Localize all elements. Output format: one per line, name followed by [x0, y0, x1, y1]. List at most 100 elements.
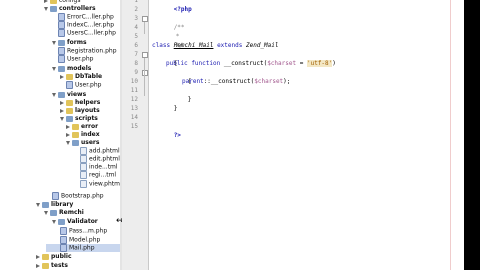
expanded-toggle-icon[interactable] [36, 202, 40, 207]
collapsed-toggle-icon[interactable] [66, 132, 70, 137]
editor-gutter: 1 2 3 4 5 6 7 8 9 10 11 12 13 14 15 [122, 0, 148, 270]
folder-icon [50, 5, 57, 12]
php-file-icon [58, 13, 65, 21]
tree-item-label: index [81, 131, 100, 138]
charset-arg[interactable]: $charset [254, 78, 283, 85]
charset-param[interactable]: $charset [267, 60, 296, 67]
tree-item-29[interactable]: Mail.php [46, 244, 120, 252]
tree-item-label: User.php [67, 55, 94, 63]
parent-class-name[interactable]: Zend_Mail [246, 42, 279, 49]
tree-item-23[interactable]: Bootstrap.php [42, 192, 104, 200]
tree-item-7[interactable]: User.php [48, 55, 93, 63]
code-line-5: */ [154, 32, 183, 49]
expanded-toggle-icon[interactable] [52, 40, 56, 45]
code-line-10: parent::__construct($charset); [182, 77, 290, 86]
tree-item-label: Validator [67, 218, 98, 225]
tree-item-25[interactable]: Remchi [34, 209, 84, 217]
tree-item-22[interactable]: view.phtml [70, 180, 120, 188]
tree-item-16[interactable]: index [56, 131, 100, 139]
call-end: ); [283, 78, 291, 85]
tree-item-15[interactable]: error [56, 123, 98, 131]
tree-item-31[interactable]: tests [26, 262, 68, 270]
parent-constructor-call[interactable]: ::__construct( [204, 78, 255, 85]
tree-item-1[interactable]: controllers [34, 5, 96, 13]
tree-item-28[interactable]: Model.php [50, 236, 100, 244]
code-line-1: <?php [152, 0, 192, 13]
folder-icon [58, 65, 65, 72]
expanded-toggle-icon[interactable] [52, 219, 56, 224]
php-file-icon [60, 236, 67, 244]
folder-icon [58, 218, 65, 225]
expanded-toggle-icon[interactable] [52, 66, 56, 71]
tree-item-14[interactable]: scripts [50, 115, 98, 123]
tree-item-label: DbTable [75, 73, 103, 80]
collapsed-toggle-icon[interactable] [36, 254, 40, 259]
collapsed-toggle-icon[interactable] [60, 100, 64, 105]
expanded-toggle-icon[interactable] [52, 92, 56, 97]
tree-item-21[interactable]: regi...tml [70, 171, 116, 179]
tree-item-label: view.phtml [89, 180, 120, 188]
extends-keyword: extends [217, 42, 243, 49]
line-number: 8 [134, 60, 138, 67]
code-line-15: ?> [152, 122, 181, 139]
collapsed-toggle-icon[interactable] [60, 74, 64, 79]
tree-item-label: UsersC...ller.php [67, 29, 116, 37]
tree-item-label: Mail.php [69, 244, 95, 252]
tree-item-17[interactable]: users [56, 139, 99, 147]
class-keyword: class [152, 42, 171, 49]
tree-item-20[interactable]: inde...tml [70, 163, 118, 171]
tree-item-8[interactable]: models [42, 65, 91, 73]
expanded-toggle-icon[interactable] [44, 210, 48, 215]
php-open-tag: <?php [173, 6, 192, 13]
php-file-icon [58, 29, 65, 37]
collapsed-toggle-icon[interactable] [66, 124, 70, 129]
collapsed-toggle-icon[interactable] [44, 0, 48, 3]
tree-item-label: layouts [75, 107, 100, 114]
tree-item-18[interactable]: add.phtml [70, 147, 120, 155]
code-line-9: { [166, 68, 192, 85]
tree-item-label: Remchi [59, 209, 84, 216]
class-close-brace: } [173, 105, 178, 112]
code-line-4: * [154, 23, 180, 40]
expanded-toggle-icon[interactable] [66, 140, 70, 145]
tree-item-12[interactable]: helpers [50, 99, 100, 107]
tree-item-9[interactable]: DbTable [50, 73, 102, 81]
expanded-toggle-icon[interactable] [44, 6, 48, 11]
folder-icon [66, 73, 73, 80]
tree-item-11[interactable]: views [42, 91, 86, 99]
tree-item-30[interactable]: public [26, 253, 72, 261]
project-tree[interactable]: configs controllers ErrorC...ller.php Index… [0, 0, 120, 270]
collapsed-toggle-icon[interactable] [60, 108, 64, 113]
folder-icon [72, 131, 79, 138]
php-file-icon [60, 227, 67, 235]
tree-item-13[interactable]: layouts [50, 107, 100, 115]
utf8-string[interactable]: 'utf-8' [306, 60, 333, 67]
class-name[interactable]: Remchi_Mail [174, 42, 214, 49]
tree-item-6[interactable]: Registration.php [48, 47, 117, 55]
line-number: 15 [130, 123, 138, 130]
tree-item-27[interactable]: Pass...m.php [50, 227, 107, 235]
constructor-name[interactable]: __construct( [224, 60, 267, 67]
tree-item-2[interactable]: ErrorC...ller.php [48, 13, 114, 21]
tree-item-26[interactable]: Validator [42, 218, 98, 226]
php-file-icon [66, 81, 73, 89]
tree-item-label: regi...tml [89, 171, 117, 179]
tree-item-3[interactable]: IndexC...ler.php [48, 21, 114, 29]
folder-icon [66, 99, 73, 106]
line-number: 6 [134, 42, 138, 49]
tree-item-4[interactable]: UsersC...ller.php [48, 29, 116, 37]
php-file-icon [60, 244, 67, 252]
screen-edge [464, 0, 480, 270]
tree-item-19[interactable]: edit.phtml [70, 155, 120, 163]
tree-item-label: IndexC...ler.php [67, 21, 115, 29]
function-keyword: function [191, 60, 221, 67]
collapsed-toggle-icon[interactable] [36, 263, 40, 268]
expanded-toggle-icon[interactable] [60, 116, 64, 121]
code-editor[interactable]: <?php /** * */ class Remchi_Mail extends… [152, 0, 464, 270]
gutter-divider [148, 0, 149, 270]
tree-item-5[interactable]: forms [42, 39, 87, 47]
tree-item-10[interactable]: User.php [56, 81, 101, 89]
tree-item-label: edit.phtml [89, 155, 120, 163]
tree-item-24[interactable]: library [26, 201, 73, 209]
tree-item-label: views [67, 91, 87, 98]
